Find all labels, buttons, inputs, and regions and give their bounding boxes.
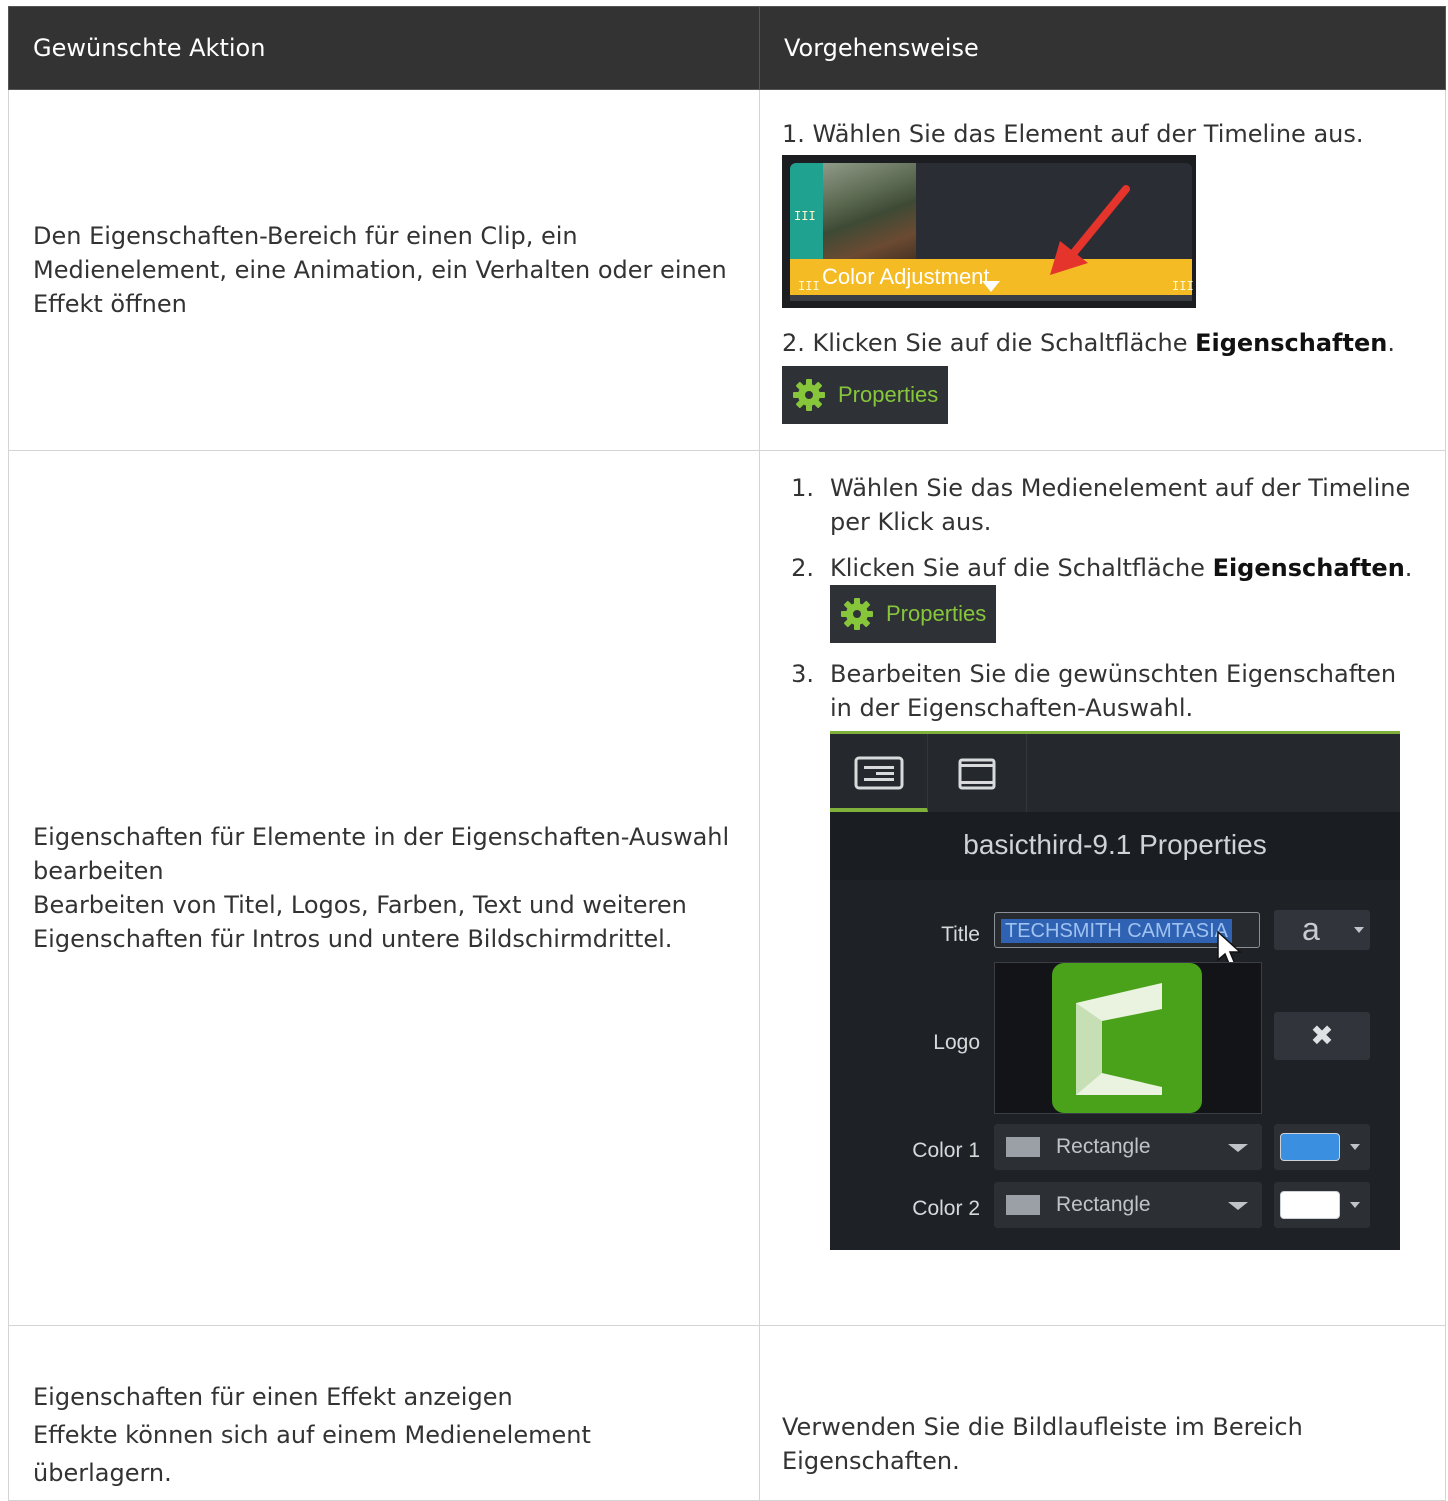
row2-action-line1: Eigenschaften für Elemente in der Eigens…	[33, 823, 730, 885]
shape-select-2[interactable]: Rectangle	[994, 1182, 1262, 1228]
properties-button[interactable]: Properties	[830, 585, 997, 643]
row2-step3: 3. Bearbeiten Sie die gewünschten Eigens…	[760, 657, 1425, 1250]
row2-action-line2: Bearbeiten von Titel, Logos, Farben, Tex…	[33, 891, 687, 953]
gear-icon	[841, 598, 873, 630]
close-icon: ✖	[1310, 1019, 1334, 1052]
tab-film[interactable]	[928, 734, 1027, 812]
remove-logo-button[interactable]: ✖	[1274, 1012, 1370, 1060]
color-swatch	[1280, 1133, 1340, 1161]
logo-preview[interactable]	[994, 962, 1262, 1114]
row3-procedure-text: Verwenden Sie die Bildlaufleiste im Bere…	[782, 1413, 1303, 1475]
chevron-down-icon	[1350, 1202, 1360, 1208]
shape-select-value: Rectangle	[1056, 1135, 1151, 1158]
properties-button-label: Properties	[838, 381, 939, 407]
chevron-down-icon	[1228, 1144, 1248, 1152]
row1-step2-text: 2. Klicken Sie auf die Schaltfläche	[782, 328, 1196, 357]
rectangle-icon	[1006, 1137, 1040, 1157]
properties-panel: basicthird-9.1 Properties Title TECHSMIT…	[830, 731, 1400, 1250]
shape-select-value: Rectangle	[1056, 1193, 1151, 1216]
chevron-down-icon	[1228, 1202, 1248, 1210]
panel-tabs	[830, 734, 1400, 812]
red-arrow-icon	[1050, 184, 1130, 275]
row1-step2-bold: Eigenschaften	[1195, 328, 1388, 357]
row1-step1: 1. Wählen Sie das Element auf der Timeli…	[782, 119, 1364, 148]
color1-label: Color 1	[912, 1139, 980, 1162]
row2-procedure: 1. Wählen Sie das Medienelement auf der …	[759, 450, 1446, 1326]
chevron-down-icon	[1350, 1144, 1360, 1150]
row1-action-text: Den Eigenschaften-Bereich für einen Clip…	[33, 222, 727, 318]
row3-action-line1: Eigenschaften für einen Effekt anzeigen	[33, 1383, 513, 1411]
step-number: 2.	[791, 554, 814, 582]
tab-properties[interactable]	[830, 734, 928, 812]
step-suffix: .	[1404, 554, 1413, 582]
table-row: Eigenschaften für einen Effekt anzeigen …	[8, 1325, 1446, 1501]
color2-label: Color 2	[912, 1197, 980, 1220]
step-number: 1.	[791, 474, 814, 502]
step-bold: Eigenschaften	[1212, 554, 1405, 582]
rectangle-icon	[1006, 1195, 1040, 1215]
row3-procedure: Verwenden Sie die Bildlaufleiste im Bere…	[759, 1325, 1446, 1501]
gear-icon	[793, 378, 825, 411]
camtasia-logo-icon	[1052, 963, 1202, 1113]
header-action: Gewünschte Aktion	[8, 6, 760, 90]
film-tab-icon	[958, 758, 996, 790]
table-row: Eigenschaften für Elemente in der Eigens…	[8, 450, 1446, 1326]
row1-step2-suffix: .	[1387, 328, 1395, 357]
title-label: Title	[941, 923, 980, 946]
row1-step2: 2. Klicken Sie auf die Schaltfläche Eige…	[782, 326, 1425, 360]
row3-action-line2: Effekte können sich auf einem Medienelem…	[33, 1421, 591, 1487]
instructions-table: Gewünschte Aktion Vorgehensweise Den Eig…	[8, 6, 1446, 1501]
color-swatch	[1280, 1191, 1340, 1219]
panel-title: basicthird-9.1 Properties	[830, 812, 1400, 880]
step-number: 3.	[791, 660, 814, 688]
row3-action: Eigenschaften für einen Effekt anzeigen …	[8, 1325, 760, 1501]
properties-tab-icon	[854, 756, 904, 790]
timeline-clip-image: III III Color Adjustment III	[782, 154, 1196, 308]
font-dropdown[interactable]: a	[1274, 910, 1370, 950]
step-text: Klicken Sie auf die Schaltfläche	[830, 554, 1213, 582]
color1-picker[interactable]	[1274, 1124, 1370, 1170]
title-input-value: TECHSMITH CAMTASIA	[1001, 919, 1232, 943]
font-glyph: a	[1302, 911, 1320, 947]
step-text: Wählen Sie das Medienelement auf der Tim…	[830, 474, 1411, 536]
row2-step1: 1. Wählen Sie das Medienelement auf der …	[760, 471, 1425, 539]
chevron-down-icon	[1354, 927, 1364, 933]
row2-step2: 2. Klicken Sie auf die Schaltfläche Eige…	[760, 551, 1425, 643]
row1-action: Den Eigenschaften-Bereich für einen Clip…	[8, 89, 760, 451]
header-procedure: Vorgehensweise	[759, 6, 1446, 90]
shape-select-1[interactable]: Rectangle	[994, 1124, 1262, 1170]
logo-label: Logo	[933, 1031, 980, 1054]
step-text: Bearbeiten Sie die gewünschten Eigenscha…	[830, 660, 1397, 722]
color2-picker[interactable]	[1274, 1182, 1370, 1228]
properties-button-label: Properties	[886, 601, 987, 626]
row2-action: Eigenschaften für Elemente in der Eigens…	[8, 450, 760, 1326]
properties-button[interactable]: Properties	[782, 365, 949, 424]
row1-procedure: 1. Wählen Sie das Element auf der Timeli…	[759, 89, 1446, 451]
table-row: Den Eigenschaften-Bereich für einen Clip…	[8, 89, 1446, 451]
